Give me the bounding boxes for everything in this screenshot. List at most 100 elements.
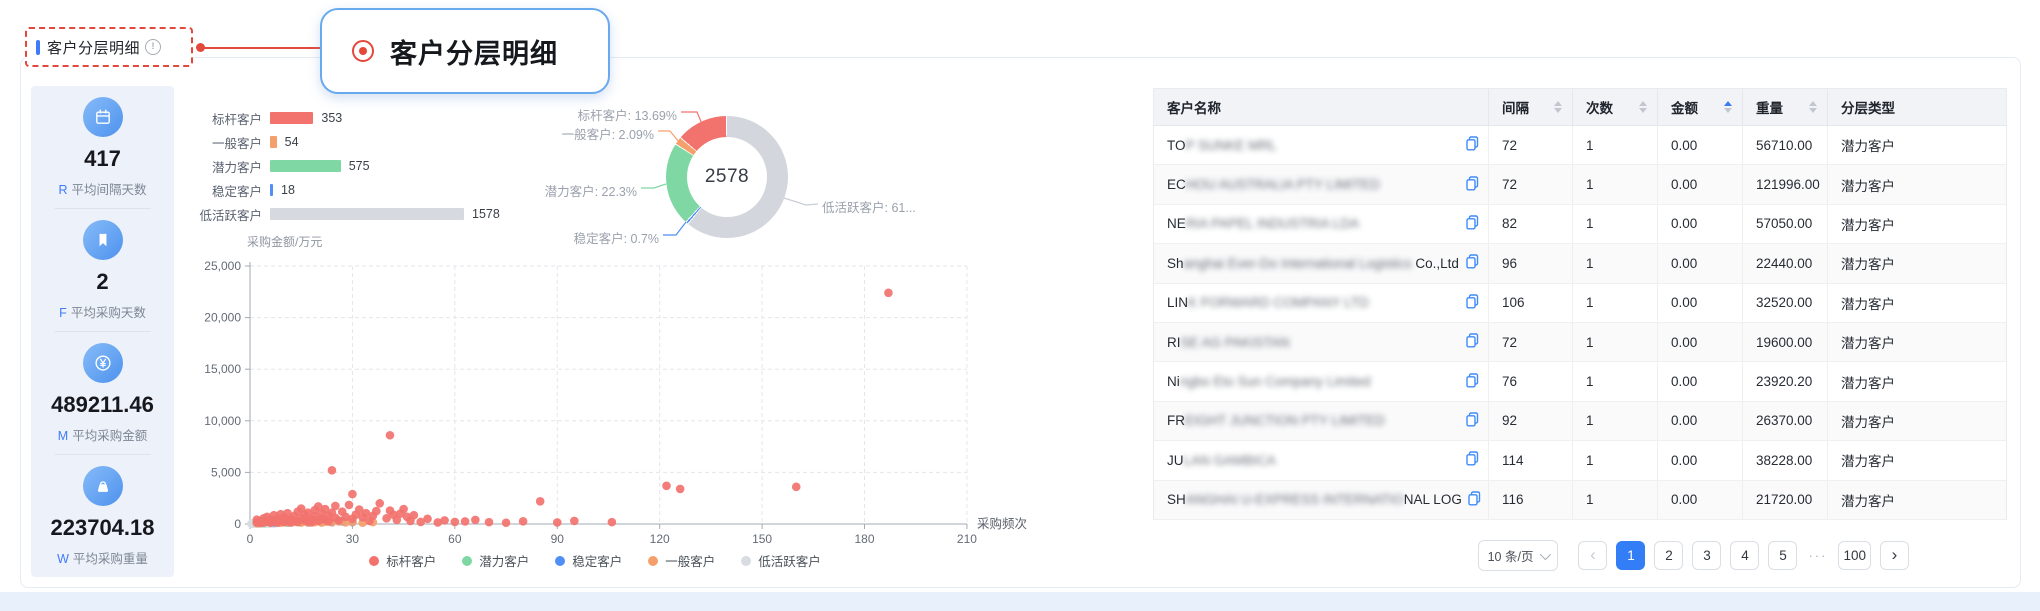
cell-customer-name: TOP SUNKE MRL: [1154, 126, 1489, 164]
sort-asc-icon[interactable]: [1809, 101, 1817, 106]
table-row[interactable]: NERIA PAPEL INDUSTRIA LDA8210.0057050.00…: [1154, 205, 2006, 244]
svg-text:采购金额/万元: 采购金额/万元: [247, 234, 322, 249]
copy-icon[interactable]: [1466, 294, 1479, 312]
column-header-3[interactable]: 金额: [1658, 89, 1743, 125]
cell-weight: 56710.00: [1743, 126, 1828, 164]
cell-segment-type: 潜力客户: [1828, 205, 2006, 243]
cell-segment-type: 潜力客户: [1828, 481, 2006, 519]
kpi-r: 417R平均间隔天数: [31, 86, 174, 208]
copy-icon[interactable]: [1466, 451, 1479, 469]
svg-text:210: 210: [957, 532, 977, 546]
name-blurred-part: ngbo Eto Sun Company Limited: [1180, 374, 1371, 389]
next-page-button[interactable]: ›: [1880, 541, 1909, 570]
kpi-panel: 417R平均间隔天数2F平均采购天数489211.46M平均采购金额223704…: [31, 86, 174, 577]
customer-name-text: LINK FORWARD COMPANY LTD: [1167, 295, 1369, 310]
table-row[interactable]: Shanghai Ever-Do International Logistics…: [1154, 244, 2006, 283]
table-row[interactable]: LINK FORWARD COMPANY LTD10610.0032520.00…: [1154, 284, 2006, 323]
bar-row[interactable]: 标杆客户353: [180, 106, 780, 130]
cell-customer-name: Ningbo Eto Sun Company Limited: [1154, 362, 1489, 400]
page-button-3[interactable]: 3: [1692, 541, 1721, 570]
svg-text:25,000: 25,000: [204, 259, 241, 273]
page-button-2[interactable]: 2: [1654, 541, 1683, 570]
copy-icon[interactable]: [1466, 136, 1479, 154]
kpi-label: W平均采购重量: [57, 548, 148, 567]
page-size-select[interactable]: 10 条/页: [1478, 540, 1559, 571]
table-row[interactable]: SHANGHAI U-EXPRESS INTERNATIONAL LOG1161…: [1154, 481, 2006, 520]
sort-desc-icon[interactable]: [1724, 108, 1732, 113]
name-clear-prefix: NE: [1167, 216, 1186, 231]
cell-segment-type: 潜力客户: [1828, 402, 2006, 440]
svg-text:0: 0: [234, 517, 241, 531]
cell-amount: 0.00: [1658, 362, 1743, 400]
copy-icon[interactable]: [1466, 333, 1479, 351]
sort-control[interactable]: [1809, 101, 1817, 113]
legend-item[interactable]: 标杆客户: [369, 551, 436, 570]
prev-page-button[interactable]: ‹: [1578, 541, 1607, 570]
copy-icon[interactable]: [1466, 176, 1479, 194]
sort-asc-icon[interactable]: [1554, 101, 1562, 106]
bar-category-label: 低活跃客户: [180, 205, 262, 224]
donut-total: 2578: [705, 166, 749, 188]
table-row[interactable]: RISE AG PAKISTAN7210.0019600.00潜力客户: [1154, 323, 2006, 362]
sort-desc-icon[interactable]: [1554, 108, 1562, 113]
table-row[interactable]: Ningbo Eto Sun Company Limited7610.00239…: [1154, 362, 2006, 401]
legend-item[interactable]: 潜力客户: [462, 551, 529, 570]
name-blurred-part: HOU AUSTRALIA PTY LIMITED: [1186, 177, 1380, 192]
table-row[interactable]: TOP SUNKE MRL7210.0056710.00潜力客户: [1154, 126, 2006, 165]
customer-name-text: JULAN GAMBICA: [1167, 453, 1276, 468]
copy-icon[interactable]: [1466, 412, 1479, 430]
chart-legend[interactable]: 标杆客户 潜力客户 稳定客户 一般客户 低活跃客户: [185, 551, 1005, 570]
cell-times: 1: [1573, 481, 1658, 519]
rfm-scatter-plot[interactable]: 采购金额/万元05,00010,00015,00020,00025,000030…: [185, 230, 1045, 580]
cell-amount: 0.00: [1658, 244, 1743, 282]
info-icon[interactable]: !: [145, 39, 161, 55]
bookmark-icon: [83, 220, 123, 260]
svg-text:150: 150: [752, 532, 772, 546]
sort-control[interactable]: [1724, 101, 1732, 113]
page-button-1[interactable]: 1: [1616, 541, 1645, 570]
bar-segment[interactable]: [270, 208, 464, 220]
sort-desc-icon[interactable]: [1639, 108, 1647, 113]
page-button-4[interactable]: 4: [1730, 541, 1759, 570]
legend-item[interactable]: 稳定客户: [555, 551, 622, 570]
column-header-4[interactable]: 重量: [1743, 89, 1828, 125]
sort-control[interactable]: [1639, 101, 1647, 113]
copy-icon[interactable]: [1468, 491, 1481, 509]
column-header-1[interactable]: 间隔: [1489, 89, 1573, 125]
page-button-5[interactable]: 5: [1768, 541, 1797, 570]
copy-icon[interactable]: [1466, 254, 1479, 272]
bar-segment[interactable]: [270, 136, 277, 148]
bar-category-label: 标杆客户: [180, 109, 262, 128]
cell-weight: 121996.00: [1743, 165, 1828, 203]
table-row[interactable]: ECHOU AUSTRALIA PTY LIMITED7210.00121996…: [1154, 165, 2006, 204]
kpi-label: M平均采购金额: [58, 425, 147, 444]
donut-slice-label: 低活跃客户: 61...: [822, 197, 916, 216]
page-button-100[interactable]: 100: [1838, 541, 1871, 570]
more-pages-icon[interactable]: ···: [1806, 548, 1829, 563]
column-header-label: 次数: [1586, 97, 1613, 117]
legend-item[interactable]: 低活跃客户: [741, 551, 821, 570]
column-header-label: 重量: [1756, 97, 1783, 117]
bar-segment[interactable]: [270, 184, 273, 196]
table-row[interactable]: FREIGHT JUNCTION PTY LIMITED9210.0026370…: [1154, 402, 2006, 441]
column-header-label: 分层类型: [1841, 97, 1895, 117]
sort-asc-icon[interactable]: [1724, 101, 1732, 106]
table-row[interactable]: JULAN GAMBICA11410.0038228.00潜力客户: [1154, 441, 2006, 480]
cell-segment-type: 潜力客户: [1828, 165, 2006, 203]
bar-segment[interactable]: [270, 112, 313, 124]
copy-icon[interactable]: [1466, 215, 1479, 233]
copy-icon[interactable]: [1466, 373, 1479, 391]
name-blurred-part: K FORWARD COMPANY LTD: [1188, 295, 1369, 310]
sort-asc-icon[interactable]: [1639, 101, 1647, 106]
bar-category-label: 稳定客户: [180, 181, 262, 200]
column-header-2[interactable]: 次数: [1573, 89, 1658, 125]
customer-name-text: TOP SUNKE MRL: [1167, 138, 1277, 153]
annotation-callout: 客户分层明细: [320, 8, 610, 94]
scatter-series[interactable]: [253, 289, 893, 528]
legend-item[interactable]: 一般客户: [648, 551, 715, 570]
sort-control[interactable]: [1554, 101, 1562, 113]
sort-desc-icon[interactable]: [1809, 108, 1817, 113]
segment-donut-chart[interactable]: 2578: [666, 116, 788, 238]
bar-segment[interactable]: [270, 160, 341, 172]
column-header-label: 金额: [1671, 97, 1698, 117]
